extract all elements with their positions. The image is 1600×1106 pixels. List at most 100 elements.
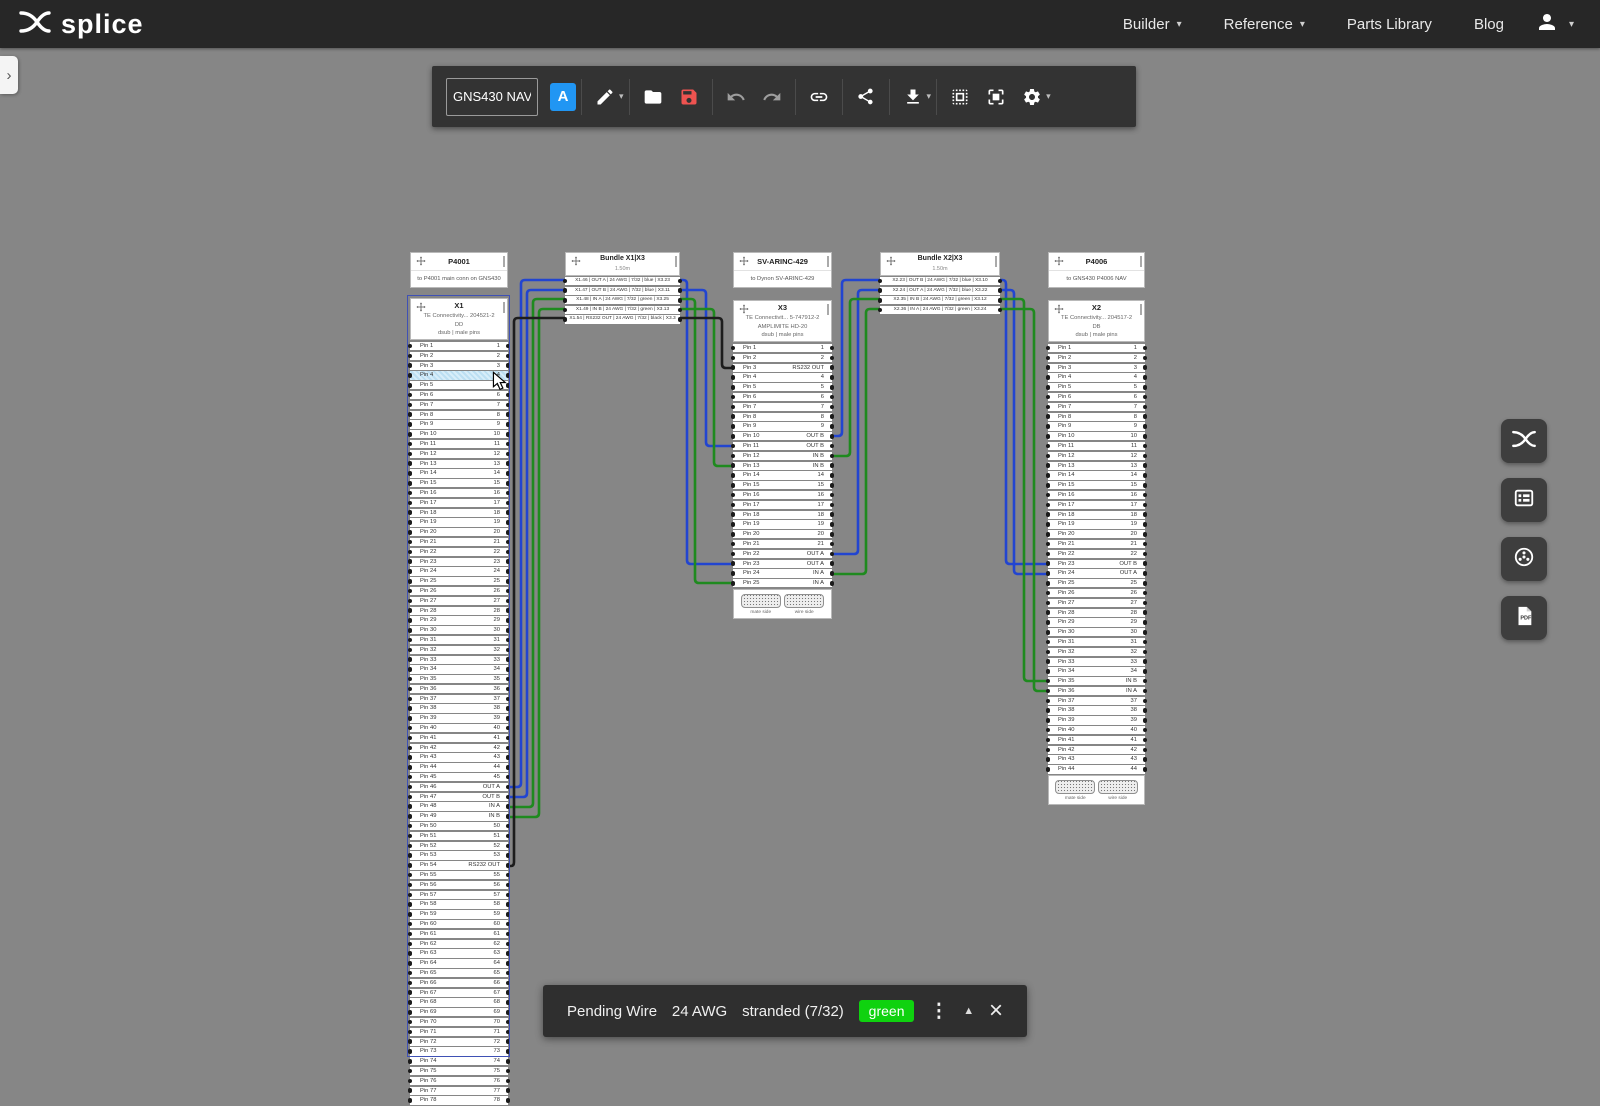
pin-row-x1-52[interactable]: Pin 5252 [410, 842, 508, 850]
drag-handle[interactable] [503, 256, 505, 267]
nav-item-builder[interactable]: Builder▾ [1106, 0, 1199, 48]
wire-X1.54-to-B1.5[interactable] [508, 318, 566, 866]
bundle-wire-row[interactable]: X1.47 | OUT B | 24 AWG | 7/32 | blue | X… [565, 287, 680, 295]
pin-row-x1-4[interactable]: Pin 44 [410, 371, 508, 379]
pin-row-x1-50[interactable]: Pin 5050 [410, 822, 508, 830]
pin-row-x1-70[interactable]: Pin 7070 [410, 1018, 508, 1026]
pin-row-x3-19[interactable]: Pin 1919 [733, 520, 832, 528]
pin-row-x3-6[interactable]: Pin 66 [733, 393, 832, 401]
pin-row-x2-13[interactable]: Pin 1313 [1048, 462, 1145, 470]
bom-table-button[interactable] [1501, 478, 1547, 522]
pin-row-x1-58[interactable]: Pin 5858 [410, 900, 508, 908]
pin-row-x1-36[interactable]: Pin 3636 [410, 685, 508, 693]
undo-icon[interactable] [718, 77, 754, 117]
pin-row-x3-12[interactable]: Pin 12IN B [733, 452, 832, 460]
pin-row-x1-20[interactable]: Pin 2020 [410, 528, 508, 536]
pin-row-x1-24[interactable]: Pin 2424 [410, 567, 508, 575]
pin-row-x1-21[interactable]: Pin 2121 [410, 538, 508, 546]
pin-row-x2-23[interactable]: Pin 23OUT B [1048, 560, 1145, 568]
pin-row-x1-73[interactable]: Pin 7373 [410, 1047, 508, 1055]
pin-row-x3-7[interactable]: Pin 77 [733, 403, 832, 411]
pin-row-x3-23[interactable]: Pin 23OUT A [733, 560, 832, 568]
pin-row-x3-13[interactable]: Pin 13IN B [733, 462, 832, 470]
wire-X1.49-to-B1.4[interactable] [508, 309, 566, 817]
pin-row-x1-42[interactable]: Pin 4242 [410, 744, 508, 752]
kebab-menu-icon[interactable]: ⋮ [929, 1000, 948, 1023]
pin-row-x3-16[interactable]: Pin 1616 [733, 491, 832, 499]
pin-row-x2-36[interactable]: Pin 36IN A [1048, 687, 1145, 695]
pin-row-x1-56[interactable]: Pin 5656 [410, 881, 508, 889]
header-block-p4006[interactable]: P4006 to GNS430 P4006 NAV [1048, 252, 1145, 288]
splice-tool-button[interactable] [1501, 419, 1547, 463]
pin-row-x1-71[interactable]: Pin 7171 [410, 1028, 508, 1036]
bundle-wire-row[interactable]: X1.54 | RS232 OUT | 24 AWG | 7/32 | blac… [565, 315, 680, 323]
pin-row-x1-63[interactable]: Pin 6363 [410, 949, 508, 957]
pin-row-x1-2[interactable]: Pin 22 [410, 352, 508, 360]
pin-row-x1-5[interactable]: Pin 55 [410, 381, 508, 389]
user-avatar-icon[interactable] [1535, 10, 1559, 39]
pin-row-x3-1[interactable]: Pin 11 [733, 344, 832, 352]
pin-row-x3-2[interactable]: Pin 22 [733, 354, 832, 362]
pin-row-x1-12[interactable]: Pin 1212 [410, 450, 508, 458]
drag-handle[interactable] [1140, 304, 1142, 315]
pin-row-x2-25[interactable]: Pin 2525 [1048, 579, 1145, 587]
pin-row-x1-40[interactable]: Pin 4040 [410, 724, 508, 732]
pin-row-x2-26[interactable]: Pin 2626 [1048, 589, 1145, 597]
pin-row-x1-7[interactable]: Pin 77 [410, 401, 508, 409]
pin-row-x1-51[interactable]: Pin 5151 [410, 832, 508, 840]
pin-row-x1-72[interactable]: Pin 7272 [410, 1038, 508, 1046]
pin-row-x3-5[interactable]: Pin 55 [733, 383, 832, 391]
pin-row-x1-35[interactable]: Pin 3535 [410, 675, 508, 683]
pin-row-x1-31[interactable]: Pin 3131 [410, 636, 508, 644]
pin-row-x2-17[interactable]: Pin 1717 [1048, 501, 1145, 509]
bundle-wire-row[interactable]: X2.24 | OUT A | 24 AWG | 7/32 | blue | X… [880, 287, 1000, 295]
chevron-down-icon[interactable]: ▾ [619, 91, 624, 102]
pin-row-x2-40[interactable]: Pin 4040 [1048, 726, 1145, 734]
wire-X3.12-to-B2.3[interactable] [831, 299, 881, 456]
pin-row-x2-16[interactable]: Pin 1616 [1048, 491, 1145, 499]
pin-row-x1-66[interactable]: Pin 6666 [410, 979, 508, 987]
bundle-wire-row[interactable]: X1.46 | OUT A | 24 AWG | 7/32 | blue | X… [565, 277, 680, 285]
move-icon[interactable] [739, 304, 749, 314]
nav-item-blog[interactable]: Blog [1457, 0, 1521, 48]
pin-row-x2-2[interactable]: Pin 22 [1048, 354, 1145, 362]
project-name-input[interactable] [446, 78, 538, 116]
chevron-down-icon[interactable]: ▾ [927, 91, 932, 102]
pin-row-x1-53[interactable]: Pin 5353 [410, 851, 508, 859]
pdf-export-button[interactable]: PDF [1501, 596, 1547, 640]
pin-row-x1-77[interactable]: Pin 7777 [410, 1087, 508, 1095]
pin-row-x1-67[interactable]: Pin 6767 [410, 989, 508, 997]
pin-row-x1-10[interactable]: Pin 1010 [410, 430, 508, 438]
wire-strand-value[interactable]: stranded (7/32) [742, 1003, 844, 1020]
pin-row-x3-15[interactable]: Pin 1515 [733, 481, 832, 489]
drag-handle[interactable] [827, 304, 829, 315]
pin-row-x2-3[interactable]: Pin 33 [1048, 364, 1145, 372]
auto-arrange-button[interactable]: A [550, 83, 576, 111]
pin-row-x3-14[interactable]: Pin 1414 [733, 471, 832, 479]
pin-row-x1-38[interactable]: Pin 3838 [410, 704, 508, 712]
pin-row-x1-29[interactable]: Pin 2929 [410, 616, 508, 624]
pin-row-x1-75[interactable]: Pin 7575 [410, 1067, 508, 1075]
pin-row-x2-18[interactable]: Pin 1818 [1048, 511, 1145, 519]
pin-row-x3-25[interactable]: Pin 25IN A [733, 579, 832, 587]
pin-row-x1-27[interactable]: Pin 2727 [410, 597, 508, 605]
bundle-wire-row[interactable]: X2.35 | IN B | 24 AWG | 7/32 | green | X… [880, 296, 1000, 304]
drag-handle[interactable] [503, 302, 505, 313]
pin-row-x1-14[interactable]: Pin 1414 [410, 469, 508, 477]
pin-row-x1-57[interactable]: Pin 5757 [410, 891, 508, 899]
chevron-down-icon[interactable]: ▾ [1569, 19, 1574, 30]
wire-X3.24-to-B2.4[interactable] [831, 309, 881, 574]
pin-row-x1-43[interactable]: Pin 4343 [410, 753, 508, 761]
wire-X3.22-to-B2.2[interactable] [831, 290, 881, 554]
pin-row-x3-21[interactable]: Pin 2121 [733, 540, 832, 548]
wire-X3.10-to-B2.1[interactable] [831, 280, 881, 436]
pin-row-x3-11[interactable]: Pin 11OUT B [733, 442, 832, 450]
pin-row-x1-41[interactable]: Pin 4141 [410, 734, 508, 742]
pin-row-x3-20[interactable]: Pin 2020 [733, 530, 832, 538]
sidebar-expand-tab[interactable]: › [0, 56, 18, 94]
pin-row-x1-62[interactable]: Pin 6262 [410, 940, 508, 948]
pin-row-x2-35[interactable]: Pin 35IN B [1048, 677, 1145, 685]
pin-row-x2-12[interactable]: Pin 1212 [1048, 452, 1145, 460]
move-icon[interactable] [416, 256, 426, 266]
close-icon[interactable]: × [989, 1001, 1003, 1021]
